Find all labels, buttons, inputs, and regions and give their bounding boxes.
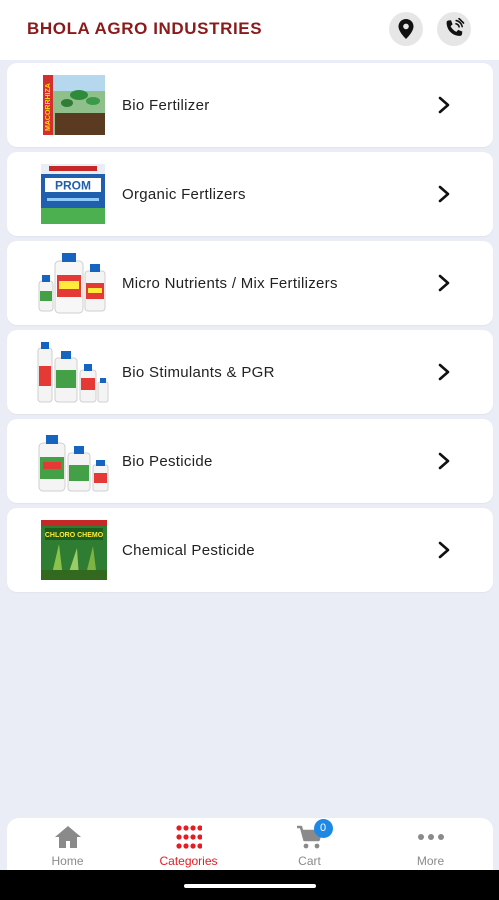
chemical-pesticide-image-text: CHLORO CHEMO bbox=[45, 532, 104, 539]
category-list: MACORRHIZA Bio Fertilizer PROM Organic F… bbox=[7, 63, 493, 597]
category-item-bio-stimulants[interactable]: Bio Stimulants & PGR bbox=[7, 330, 493, 414]
cart-count-badge: 0 bbox=[313, 819, 333, 838]
bottom-navigation: Home Categories 0 Cart More bbox=[7, 818, 493, 870]
home-gesture-pill[interactable] bbox=[184, 884, 316, 888]
app-title: BHOLA AGRO INDUSTRIES bbox=[27, 19, 263, 38]
category-item-chemical-pesticide[interactable]: CHLORO CHEMO Chemical Pesticide bbox=[7, 508, 493, 592]
nav-categories-label: Categories bbox=[159, 854, 218, 868]
chevron-right-icon bbox=[438, 185, 450, 203]
nav-home[interactable]: Home bbox=[7, 818, 128, 870]
bio-pesticide-product-image bbox=[38, 435, 109, 492]
system-navigation-bar bbox=[0, 870, 499, 900]
category-item-micro-nutrients[interactable]: Micro Nutrients / Mix Fertilizers bbox=[7, 241, 493, 325]
more-dots-icon bbox=[417, 834, 444, 840]
category-label: Micro Nutrients / Mix Fertilizers bbox=[122, 275, 338, 292]
bio-fertilizer-image-text: MACORRHIZA bbox=[45, 83, 52, 131]
nav-more-label: More bbox=[416, 854, 445, 868]
category-label: Bio Stimulants & PGR bbox=[122, 364, 275, 381]
nav-cart-label: Cart bbox=[298, 854, 321, 868]
organic-fertilizer-image-text: PROM bbox=[55, 179, 91, 193]
nav-home-label: Home bbox=[51, 854, 84, 868]
category-label: Organic Fertlizers bbox=[122, 186, 246, 203]
phone-call-icon bbox=[446, 18, 465, 36]
nav-more[interactable]: More bbox=[370, 818, 491, 870]
category-item-organic-fertlizers[interactable]: PROM Organic Fertlizers bbox=[7, 152, 493, 236]
grid-dots-icon bbox=[175, 825, 202, 849]
bio-fertilizer-product-image: MACORRHIZA bbox=[43, 75, 105, 135]
category-item-bio-fertilizer[interactable]: MACORRHIZA Bio Fertilizer bbox=[7, 63, 493, 147]
location-button[interactable] bbox=[389, 12, 423, 46]
chevron-right-icon bbox=[438, 274, 450, 292]
location-pin-icon bbox=[398, 19, 414, 39]
app-bar: BHOLA AGRO INDUSTRIES bbox=[0, 0, 499, 60]
nav-categories[interactable]: Categories bbox=[128, 818, 249, 870]
chevron-right-icon bbox=[438, 363, 450, 381]
chevron-right-icon bbox=[438, 541, 450, 559]
category-label: Bio Fertilizer bbox=[122, 97, 210, 114]
bio-stimulants-product-image bbox=[37, 342, 109, 403]
category-item-bio-pesticide[interactable]: Bio Pesticide bbox=[7, 419, 493, 503]
micro-nutrients-product-image bbox=[38, 253, 106, 314]
organic-fertilizer-product-image: PROM bbox=[41, 164, 105, 224]
category-label: Bio Pesticide bbox=[122, 453, 213, 470]
chemical-pesticide-product-image: CHLORO CHEMO bbox=[41, 520, 107, 580]
chevron-right-icon bbox=[438, 96, 450, 114]
chevron-right-icon bbox=[438, 452, 450, 470]
nav-cart[interactable]: 0 Cart bbox=[249, 818, 370, 870]
call-button[interactable] bbox=[437, 12, 471, 46]
category-label: Chemical Pesticide bbox=[122, 542, 255, 559]
home-icon bbox=[54, 826, 81, 848]
